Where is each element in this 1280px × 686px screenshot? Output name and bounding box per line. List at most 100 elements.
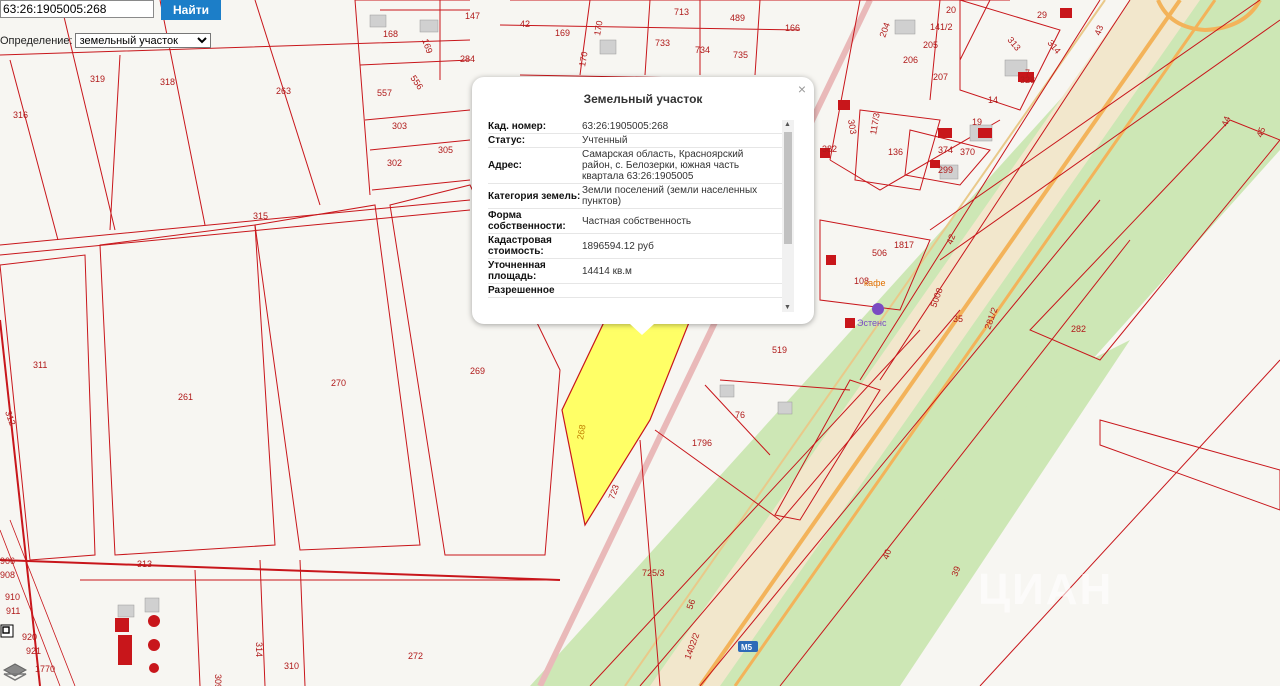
info-value: Земли поселений (земли населенных пункто…: [582, 185, 758, 207]
parcel-label: 42: [520, 19, 530, 29]
popup-title: Земельный участок: [583, 92, 703, 106]
parcel-label: 911: [6, 606, 20, 616]
info-row: Кадастровая стоимость: 1896594.12 руб: [488, 234, 794, 259]
definition-select[interactable]: земельный участок: [74, 33, 211, 48]
parcel-label: 734: [695, 45, 710, 55]
parcel-label: 311: [33, 360, 47, 370]
info-value: Частная собственность: [582, 215, 692, 227]
parcel-label: 170: [577, 51, 589, 68]
parcel-label: 506: [872, 248, 887, 258]
info-row: Форма собственности: Частная собственност…: [488, 209, 794, 234]
parcel-label: 303: [392, 121, 407, 131]
parcel-label: 169: [555, 28, 570, 38]
definition-label: Определение:: [0, 34, 73, 47]
parcel-label: 207: [933, 72, 948, 82]
parcel-label: 309: [213, 674, 223, 686]
parcel-label: 43: [1092, 24, 1105, 37]
parcel-label: 314: [254, 642, 264, 657]
search-bar: Найти: [0, 0, 221, 20]
info-value: 14414 кв.м: [582, 265, 632, 277]
parcel-label: 147: [465, 11, 480, 21]
parcel-label: 316: [13, 110, 28, 120]
cadastral-search-input[interactable]: [0, 0, 154, 18]
parcel-label: 1770: [35, 664, 55, 674]
parcel-label: 261: [178, 392, 193, 402]
info-row: Разрешенное: [488, 284, 794, 298]
parcel-label: 906: [0, 556, 15, 566]
parcel-label: 284: [460, 54, 475, 64]
parcel-label: 725/3: [642, 568, 665, 578]
parcel-label: 1817: [894, 240, 914, 250]
parcel-label: 282: [1071, 324, 1086, 334]
parcel-label: 519: [772, 345, 787, 355]
parcel-label: 204: [877, 21, 892, 39]
info-row: Категория земель: Земли поселений (земли …: [488, 184, 794, 209]
parcel-label: 117/3: [868, 112, 882, 135]
parcel-label: 136: [888, 147, 903, 157]
parcel-label: 168: [383, 29, 398, 39]
parcel-label: 141/2: [930, 22, 953, 32]
info-key: Форма собственности:: [488, 210, 566, 232]
parcel-label: 302: [387, 158, 402, 168]
parcel-label: 29: [1037, 10, 1047, 20]
parcel-label: 713: [674, 7, 689, 17]
parcel-label: 20: [946, 5, 956, 15]
info-row: Кад. номер: 63:26:1905005:268: [488, 120, 794, 134]
poi-marker[interactable]: [872, 303, 884, 315]
parcel-label: 269: [470, 366, 485, 376]
poi-label-2: Эстенс: [857, 318, 887, 328]
parcel-info-popup: × Земельный участок Кад. номер: 63:26:190…: [472, 77, 814, 335]
parcel-label: 19: [972, 117, 982, 127]
parcel-label: 35: [953, 314, 963, 324]
poi-label: кафе: [864, 278, 886, 288]
parcel-label: 557: [377, 88, 392, 98]
parcel-label: 169: [420, 37, 435, 55]
parcel-label: 733: [655, 38, 670, 48]
info-row: Адрес: Самарская область, Красноярский ра…: [488, 148, 794, 184]
scroll-up-icon[interactable]: ▲: [784, 121, 791, 128]
scroll-thumb[interactable]: [784, 132, 792, 244]
parcel-label: 14: [988, 95, 998, 105]
scroll-down-icon[interactable]: ▼: [784, 304, 791, 311]
info-key: Разрешенное: [488, 285, 555, 296]
popup-scrollbar[interactable]: ▲ ▼: [782, 120, 794, 312]
definition-row: Определение: земельный участок: [0, 33, 211, 48]
layers-icon[interactable]: [2, 662, 28, 684]
parcel-label: 370: [960, 147, 975, 157]
info-value: [582, 284, 772, 297]
parcel-label: 319: [90, 74, 105, 84]
parcel-label: 170: [592, 20, 604, 37]
parcel-label: 489: [730, 13, 745, 23]
parcel-label: 312: [3, 409, 18, 427]
parcel-label: 735: [733, 50, 748, 60]
info-key: Уточненная площадь:: [488, 260, 546, 282]
info-value: 63:26:1905005:268: [582, 121, 669, 132]
parcel-label: 272: [408, 651, 423, 661]
parcel-label: 910: [5, 592, 20, 602]
parcel-label: 313: [1005, 35, 1022, 53]
parcel-label: 908: [0, 570, 15, 580]
info-key: Адрес:: [488, 160, 522, 171]
parcel-label: 305: [438, 145, 453, 155]
parcel-label: 374: [938, 145, 953, 155]
parcel-label: 382: [822, 144, 837, 154]
find-button[interactable]: Найти: [161, 0, 221, 20]
info-row: Уточненная площадь: 14414 кв.м: [488, 259, 794, 284]
parcel-label: 318: [160, 77, 175, 87]
parcel-label: 76: [735, 410, 745, 420]
parcel-label: 166: [785, 23, 800, 33]
parcel-label: 270: [331, 378, 346, 388]
info-value: Самарская область, Красноярский район, с…: [582, 149, 744, 182]
zoom-box-icon[interactable]: [0, 624, 14, 638]
info-value: 1896594.12 руб: [582, 240, 654, 252]
selected-parcel-268[interactable]: [561, 319, 691, 527]
parcel-label: 328: [1020, 75, 1035, 85]
popup-tail: [630, 324, 654, 335]
info-value: Учтенный: [582, 135, 628, 146]
road-badge-label: M5: [741, 643, 753, 652]
parcel-label: 920: [22, 632, 37, 642]
parcel-label: 310: [284, 661, 299, 671]
parcel-label: 263: [276, 86, 291, 96]
parcel-label: 299: [938, 165, 953, 175]
parcel-label: 921: [26, 646, 41, 656]
